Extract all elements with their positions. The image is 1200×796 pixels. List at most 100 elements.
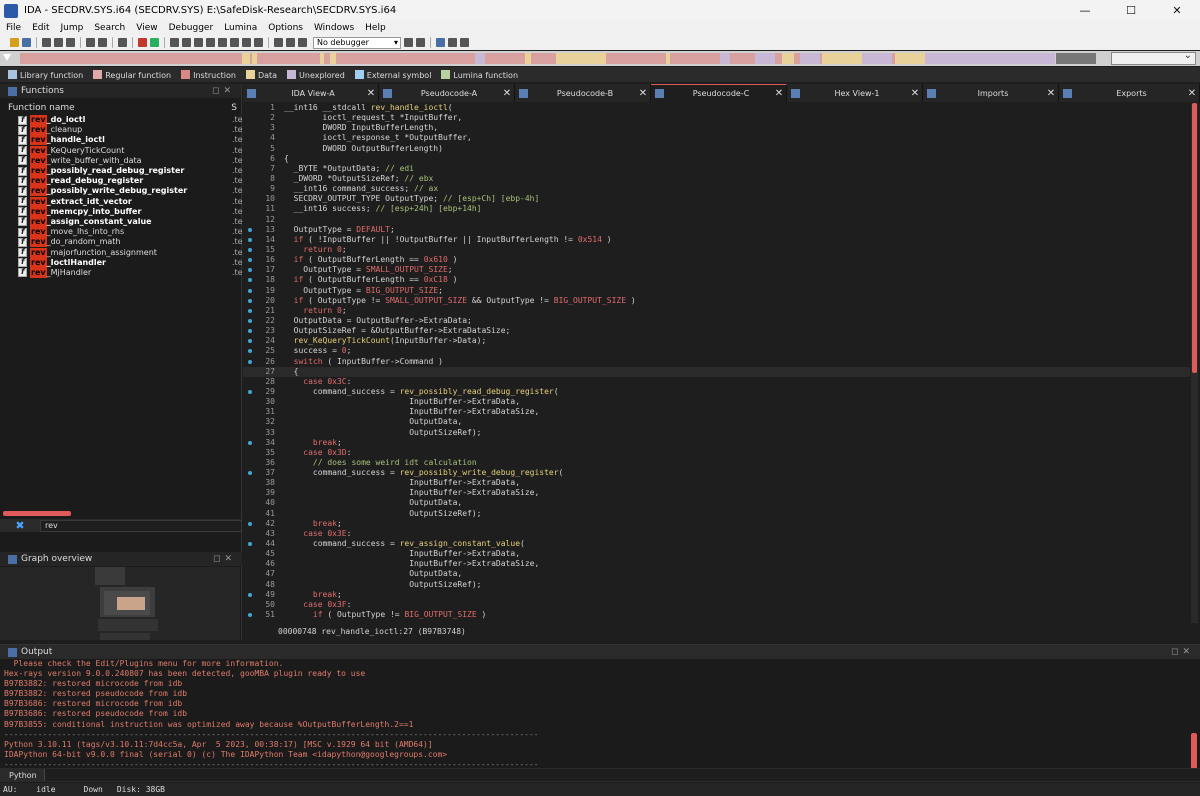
code-line[interactable]: 16 if ( OutputBufferLength == 0x610 ): [243, 255, 1190, 265]
code-line[interactable]: 14 if ( !InputBuffer || !OutputBuffer ||…: [243, 235, 1190, 245]
menu-search[interactable]: Search: [88, 23, 130, 33]
pause-icon[interactable]: [286, 38, 295, 47]
tab-pseudocode-b[interactable]: Pseudocode-B ✕: [515, 84, 651, 102]
breakpoint-dot-icon[interactable]: [248, 542, 252, 547]
back-icon[interactable]: [42, 38, 51, 47]
jump-icon[interactable]: [66, 38, 75, 47]
window-icon[interactable]: [460, 38, 469, 47]
search-next-icon[interactable]: [98, 38, 107, 47]
functions-scrollbar[interactable]: [3, 511, 71, 516]
breakpoint-icon[interactable]: [138, 38, 147, 47]
code-line[interactable]: 49 break;: [243, 590, 1190, 600]
breakpoint-dot-icon[interactable]: [248, 329, 252, 334]
code-line[interactable]: 34 break;: [243, 438, 1190, 448]
code-line[interactable]: 5 DWORD OutputBufferLength): [243, 144, 1190, 154]
struct-icon[interactable]: [230, 38, 239, 47]
menu-file[interactable]: File: [0, 23, 26, 33]
function-row[interactable]: rev_read_debug_register .te: [0, 176, 243, 187]
breakpoint-dot-icon[interactable]: [248, 308, 252, 313]
code-line[interactable]: 41 OutputSizeRef);: [243, 509, 1190, 519]
breakpoint-dot-icon[interactable]: [248, 298, 252, 303]
menu-help[interactable]: Help: [359, 23, 391, 33]
code-line[interactable]: 36 // does some weird idt calculation: [243, 458, 1190, 468]
code-line[interactable]: 24 rev_KeQueryTickCount(InputBuffer->Dat…: [243, 336, 1190, 346]
code-line[interactable]: 21 return 0;: [243, 306, 1190, 316]
code-line[interactable]: 22 OutputData = OutputBuffer->ExtraData;: [243, 316, 1190, 326]
menu-edit[interactable]: Edit: [26, 23, 54, 33]
code-line[interactable]: 29 command_success = rev_possibly_read_d…: [243, 387, 1190, 397]
python-command-input[interactable]: [44, 769, 1200, 781]
minimize-button[interactable]: —: [1062, 0, 1108, 21]
function-row[interactable]: rev_extract_idt_vector .te: [0, 196, 243, 207]
forward-icon[interactable]: [54, 38, 63, 47]
code-line[interactable]: 51 if ( OutputType != BIG_OUTPUT_SIZE ): [243, 610, 1190, 620]
breakpoint-dot-icon[interactable]: [248, 349, 252, 354]
breakpoint-dot-icon[interactable]: [248, 268, 252, 273]
save-icon[interactable]: [22, 38, 31, 47]
search-icon[interactable]: [86, 38, 95, 47]
tab-close-icon[interactable]: ✕: [364, 88, 378, 99]
function-row[interactable]: rev_handle_ioctl .te: [0, 135, 243, 146]
code-line[interactable]: 27 {: [243, 366, 1190, 377]
breakpoint-dot-icon[interactable]: [248, 227, 252, 232]
breakpoint-dot-icon[interactable]: [248, 359, 252, 364]
menu-view[interactable]: View: [130, 23, 162, 33]
graph-icon[interactable]: [118, 38, 127, 47]
layout-icon[interactable]: [436, 38, 445, 47]
function-row[interactable]: rev_write_buffer_with_data .te: [0, 155, 243, 166]
column-segment[interactable]: S: [231, 103, 241, 113]
code-line[interactable]: 18 if ( OutputBufferLength == 0xC18 ): [243, 275, 1190, 285]
menu-windows[interactable]: Windows: [308, 23, 359, 33]
code-line[interactable]: 3 DWORD InputBufferLength,: [243, 123, 1190, 133]
graph-overview-canvas[interactable]: [0, 567, 240, 640]
menu-jump[interactable]: Jump: [55, 23, 89, 33]
pane-controls[interactable]: ◻✕: [213, 554, 242, 564]
code-line[interactable]: 20 if ( OutputType != SMALL_OUTPUT_SIZE …: [243, 296, 1190, 306]
function-row[interactable]: rev_do_ioctl .te: [0, 115, 243, 126]
enum-icon[interactable]: [242, 38, 251, 47]
tab-imports[interactable]: Imports ✕: [923, 84, 1059, 102]
code-line[interactable]: 28 case 0x3C:: [243, 377, 1190, 387]
code-line[interactable]: 23 OutputSizeRef = &OutputBuffer->ExtraD…: [243, 326, 1190, 336]
tab-hex-view-1[interactable]: Hex View-1 ✕: [787, 84, 923, 102]
code-line[interactable]: 46 InputBuffer->ExtraDataSize,: [243, 559, 1190, 569]
tab-close-icon[interactable]: ✕: [1185, 88, 1199, 99]
functions-filter-input[interactable]: [40, 519, 242, 532]
code-line[interactable]: 6{: [243, 154, 1190, 164]
function-row[interactable]: rev_do_random_math .te: [0, 237, 243, 248]
breakpoint-dot-icon[interactable]: [248, 288, 252, 293]
code-line[interactable]: 13 OutputType = DEFAULT;: [243, 225, 1190, 235]
tab-close-icon[interactable]: ✕: [908, 88, 922, 99]
code-line[interactable]: 33 OutputSizeRef);: [243, 428, 1190, 438]
breakpoint-dot-icon[interactable]: [248, 318, 252, 323]
tab-close-icon[interactable]: ✕: [636, 88, 650, 99]
tab-close-icon[interactable]: ✕: [500, 88, 514, 99]
tab-close-icon[interactable]: ✕: [772, 88, 786, 99]
run-script-icon[interactable]: [150, 38, 159, 47]
code-line[interactable]: 44 command_success = rev_assign_constant…: [243, 539, 1190, 549]
close-button[interactable]: ✕: [1154, 0, 1200, 21]
code-line[interactable]: 35 case 0x3D:: [243, 448, 1190, 458]
breakpoint-dot-icon[interactable]: [248, 592, 252, 597]
tab-ida-view-a[interactable]: IDA View-A ✕: [243, 84, 379, 102]
function-row[interactable]: rev_possibly_write_debug_register .te: [0, 186, 243, 197]
breakpoint-dot-icon[interactable]: [248, 613, 252, 618]
code-line[interactable]: 48 OutputSizeRef);: [243, 580, 1190, 590]
code-line[interactable]: 37 command_success = rev_possibly_write_…: [243, 468, 1190, 478]
list-icon[interactable]: [448, 38, 457, 47]
navigation-dropdown[interactable]: [1111, 50, 1196, 65]
stop-icon[interactable]: [298, 38, 307, 47]
pane-controls[interactable]: ◻✕: [212, 86, 241, 96]
function-row[interactable]: rev_IoctlHandler .te: [0, 257, 243, 268]
code-line[interactable]: 43 case 0x3E:: [243, 529, 1190, 539]
menu-options[interactable]: Options: [262, 23, 308, 33]
code-line[interactable]: 31 InputBuffer->ExtraDataSize,: [243, 407, 1190, 417]
tab-pseudocode-c[interactable]: Pseudocode-C ✕: [651, 84, 787, 102]
maximize-button[interactable]: ☐: [1108, 0, 1154, 21]
code-line[interactable]: 12: [243, 215, 1190, 225]
code-line[interactable]: 17 OutputType = SMALL_OUTPUT_SIZE;: [243, 265, 1190, 275]
code-line[interactable]: 47 OutputData,: [243, 569, 1190, 579]
play-icon[interactable]: [274, 38, 283, 47]
code-line[interactable]: 30 InputBuffer->ExtraData,: [243, 397, 1190, 407]
code-line[interactable]: 2 ioctl_request_t *InputBuffer,: [243, 113, 1190, 123]
